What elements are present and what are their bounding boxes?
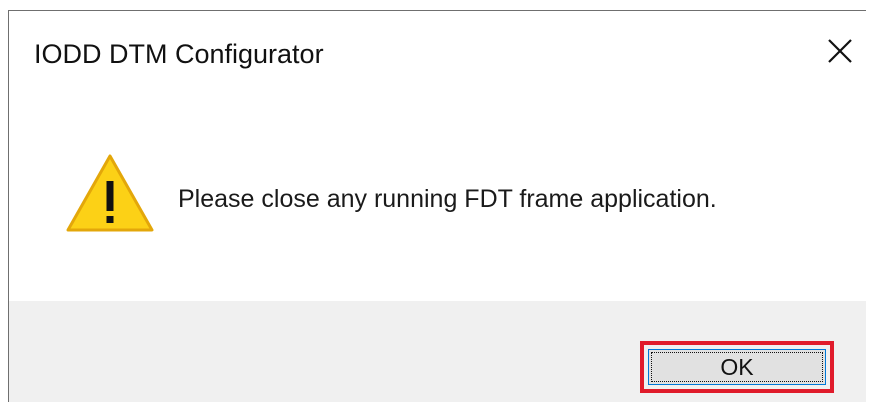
- button-bar: OK: [9, 301, 866, 402]
- close-icon: [828, 39, 852, 63]
- close-button[interactable]: [820, 31, 860, 71]
- dialog-content: Please close any running FDT frame appli…: [9, 101, 866, 301]
- ok-button[interactable]: OK: [648, 349, 826, 385]
- dialog-title: IODD DTM Configurator: [34, 39, 324, 69]
- warning-triangle-icon: [66, 154, 154, 232]
- message-dialog: IODD DTM Configurator Please close any r…: [8, 10, 866, 402]
- ok-button-highlight: OK: [640, 341, 834, 393]
- dialog-message: Please close any running FDT frame appli…: [178, 185, 717, 213]
- title-bar: IODD DTM Configurator: [9, 11, 866, 101]
